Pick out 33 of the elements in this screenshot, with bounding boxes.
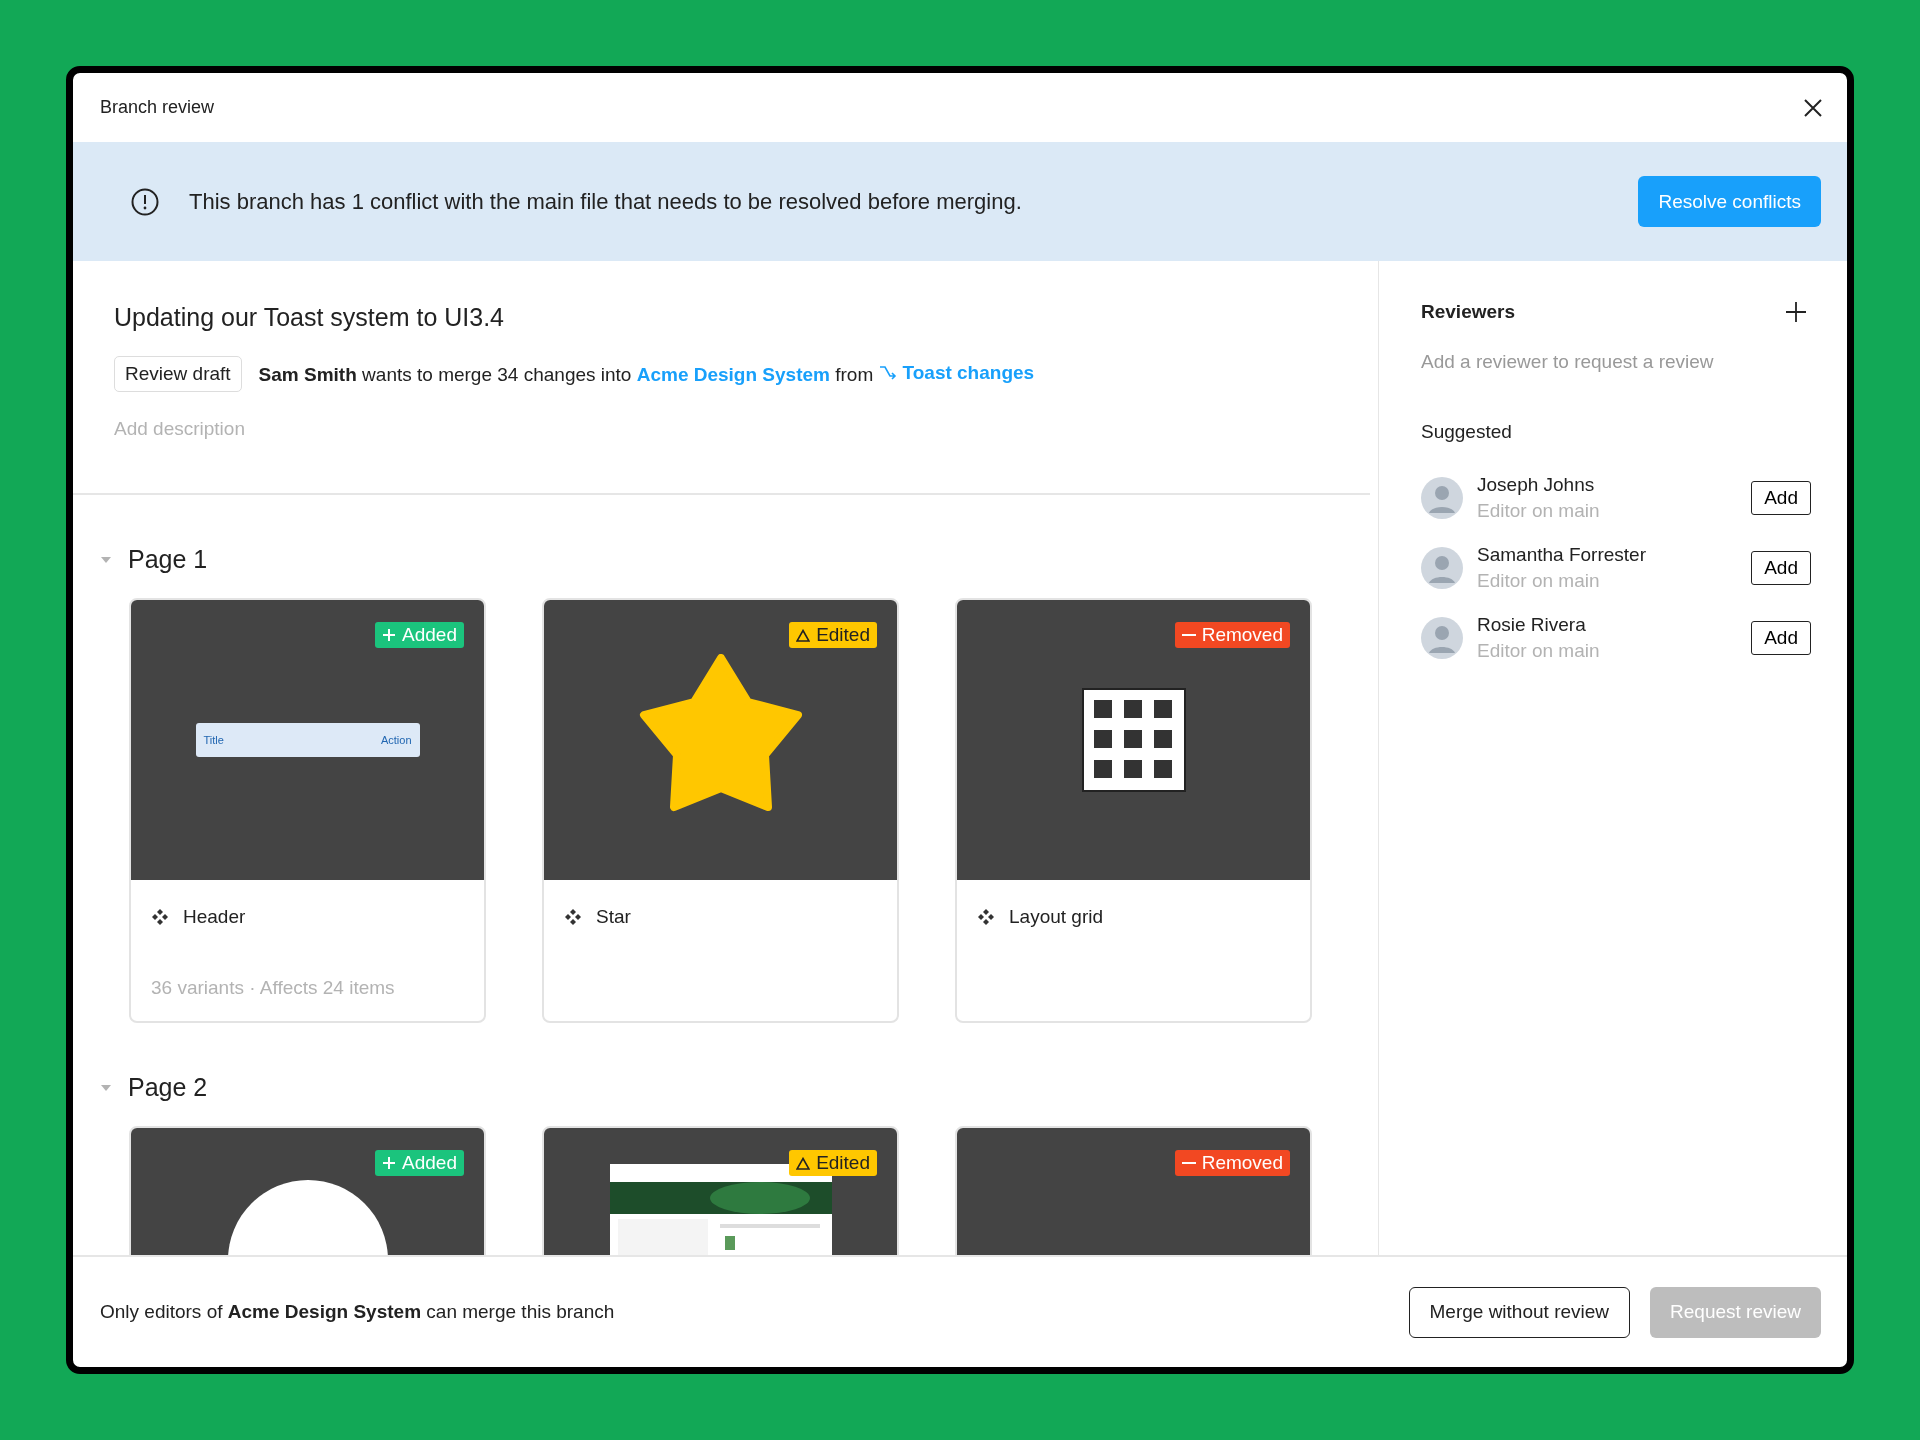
merge-summary: Sam Smith wants to merge 34 changes into Acme Design System from Toast changes [258, 362, 1035, 386]
reviewer-name: Joseph Johns [1477, 474, 1596, 496]
component-name: Header [183, 906, 246, 928]
change-tag: Removed [1174, 1150, 1290, 1176]
component-name: Star [596, 906, 631, 928]
add-button[interactable]: Add [1751, 621, 1811, 655]
change-tag: Added [375, 1150, 464, 1176]
page-heading[interactable]: Page 2 [128, 1073, 208, 1102]
reviewer-name: Rosie Rivera [1477, 614, 1587, 636]
component-details: 36 variants · Affects 24 items [151, 977, 396, 999]
toast-title: Title [203, 734, 224, 746]
reviewer-role: Editor on main [1477, 500, 1600, 522]
change-tag: Edited [789, 622, 877, 648]
conflict-message: This branch has 1 conflict with the main file that needs to be resolved before merging. [189, 188, 1023, 215]
window-title: Branch review [100, 97, 215, 118]
change-tag: Added [375, 622, 464, 648]
status-tag: Review draft [114, 356, 242, 392]
merge-permission-note: Only editors of Acme Design System can merge this branch [100, 1301, 616, 1323]
change-tag: Removed [1174, 622, 1290, 648]
suggested-heading: Suggested [1421, 421, 1513, 443]
add-button[interactable]: Add [1751, 481, 1811, 515]
reviewer-name: Samantha Forrester [1477, 544, 1646, 566]
branch-title: Updating our Toast system to UI3.4 [114, 303, 505, 332]
component-name: Layout grid [1009, 906, 1103, 928]
reviewer-role: Editor on main [1477, 570, 1601, 592]
merge-button[interactable]: Merge without review [1408, 1286, 1631, 1338]
reviewers-heading: Reviewers [1421, 301, 1515, 323]
change-tag: Edited [789, 1150, 877, 1176]
reviewers-hint: Add a reviewer to request a review [1421, 351, 1715, 373]
toast-action: Action [380, 734, 412, 746]
page-heading[interactable]: Page 1 [128, 545, 208, 574]
add-button[interactable]: Add [1751, 551, 1811, 585]
reviewer-role: Editor on main [1477, 640, 1600, 662]
